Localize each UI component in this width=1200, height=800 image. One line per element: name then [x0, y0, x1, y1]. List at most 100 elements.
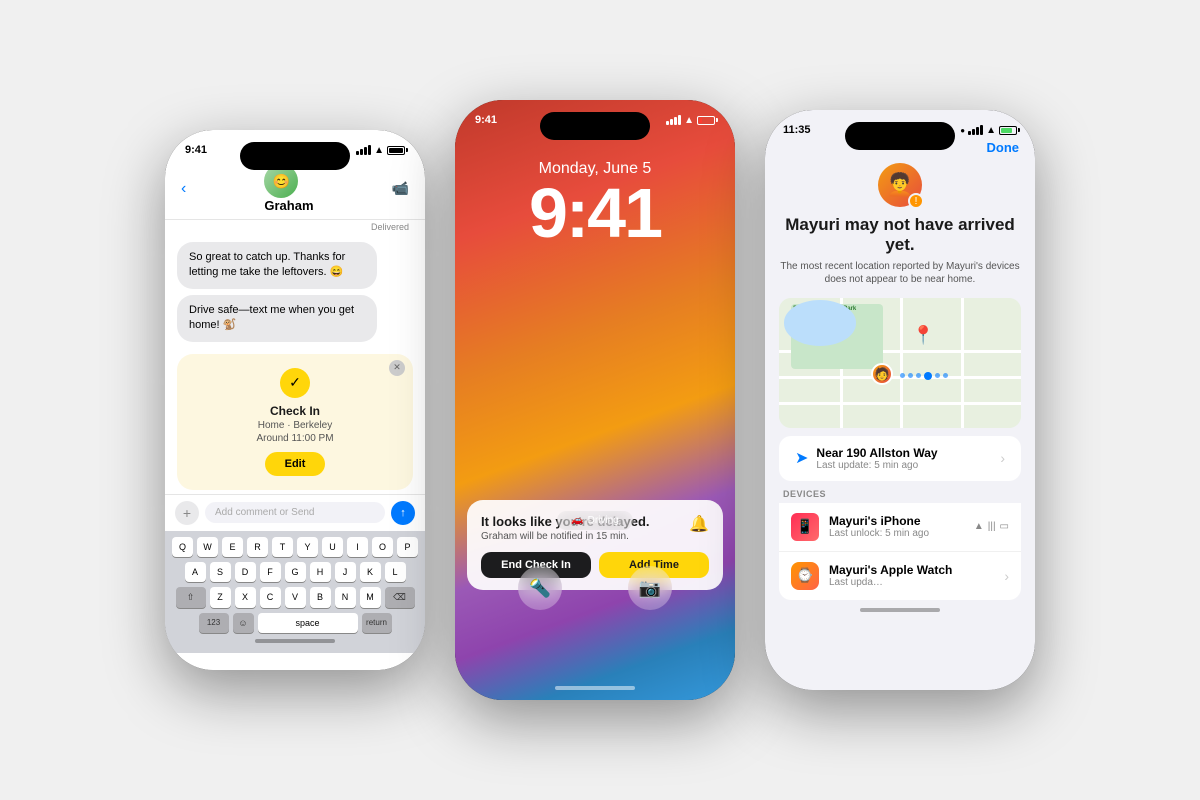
map-street-v2	[900, 298, 903, 428]
key-z[interactable]: Z	[210, 587, 231, 608]
checkin-title: Check In	[191, 404, 399, 418]
back-icon[interactable]: ‹	[181, 180, 186, 198]
location-text-block: Near 190 Allston Way Last update: 5 min …	[816, 446, 937, 471]
route-dots	[900, 372, 948, 380]
map-background: Berkeley Aquatic Park 📍 🧑	[779, 298, 1021, 428]
phone-lockscreen: 9:41 ▲ Monday, June 5 9:41 It looks	[455, 100, 735, 700]
key-p[interactable]: P	[397, 537, 418, 557]
camera-button[interactable]: 📷	[628, 566, 672, 610]
mayuri-avatar: 🧑‍🦱 !	[878, 163, 922, 207]
key-s[interactable]: S	[210, 562, 231, 582]
iphone-status-icons: ▲ ||| ▭	[974, 521, 1009, 532]
key-v[interactable]: V	[285, 587, 306, 608]
key-return[interactable]: return	[362, 613, 392, 633]
location-name: Near 190 Allston Way	[816, 446, 937, 460]
wifi-icon-2: ▲	[684, 115, 694, 126]
key-x[interactable]: X	[235, 587, 256, 608]
send-button[interactable]: ↑	[391, 501, 415, 525]
key-q[interactable]: Q	[172, 537, 193, 557]
wifi-icon: ▲	[374, 145, 384, 156]
key-e[interactable]: E	[222, 537, 243, 557]
findmy-signal-dot: ●	[960, 126, 965, 135]
key-delete[interactable]: ⌫	[385, 587, 415, 608]
map-street-v3	[961, 298, 964, 428]
alert-section: 🧑‍🦱 ! Mayuri may not have arrived yet. T…	[765, 163, 1035, 298]
key-d[interactable]: D	[235, 562, 256, 582]
person-location-pin: 🧑	[871, 363, 893, 385]
key-m[interactable]: M	[360, 587, 381, 608]
keyboard-row-1: Q W E R T Y U I O P	[169, 537, 421, 557]
signal-icon	[356, 145, 371, 155]
key-y[interactable]: Y	[297, 537, 318, 557]
device-row-watch[interactable]: ⌚ Mayuri's Apple Watch Last upda… ›	[779, 552, 1021, 600]
map-view: Berkeley Aquatic Park 📍 🧑	[779, 298, 1021, 428]
key-a[interactable]: A	[185, 562, 206, 582]
location-row[interactable]: ➤ Near 190 Allston Way Last update: 5 mi…	[779, 436, 1021, 481]
findmy-signal-icon	[968, 125, 983, 135]
key-g[interactable]: G	[285, 562, 306, 582]
route-dot-2	[908, 373, 913, 378]
messages-screen: 9:41 ▲ ‹ 😊 Graham	[165, 130, 425, 670]
key-shift[interactable]: ⇧	[176, 587, 206, 608]
destination-pin: 📍	[912, 326, 928, 346]
key-u[interactable]: U	[322, 537, 343, 557]
key-o[interactable]: O	[372, 537, 393, 557]
keyboard-row-4: 123 ☺ space return	[169, 613, 421, 633]
key-t[interactable]: T	[272, 537, 293, 557]
notch	[240, 142, 350, 170]
notch-2	[540, 112, 650, 140]
add-button[interactable]: +	[175, 501, 199, 525]
status-icons: ▲	[356, 145, 405, 156]
key-emoji[interactable]: ☺	[233, 613, 254, 633]
key-f[interactable]: F	[260, 562, 281, 582]
key-n[interactable]: N	[335, 587, 356, 608]
edit-button[interactable]: Edit	[265, 452, 326, 476]
iphone-wifi-icon: ▲	[974, 521, 984, 532]
iphone-battery-icon: ▭	[1000, 521, 1009, 532]
key-space[interactable]: space	[258, 613, 358, 633]
findmy-screen: 11:35 ● ▲ Done 🧑‍🦱	[765, 110, 1035, 690]
route-dot-3	[916, 373, 921, 378]
delivered-label: Delivered	[165, 220, 425, 234]
key-b[interactable]: B	[310, 587, 331, 608]
key-c[interactable]: C	[260, 587, 281, 608]
message-input[interactable]: Add comment or Send	[205, 502, 385, 523]
key-h[interactable]: H	[310, 562, 331, 582]
findmy-home-indicator	[860, 608, 940, 612]
alert-title: Mayuri may not have arrived yet.	[779, 215, 1021, 256]
close-icon[interactable]: ✕	[389, 360, 405, 376]
key-r[interactable]: R	[247, 537, 268, 557]
key-123[interactable]: 123	[199, 613, 229, 633]
phone-findmy: 11:35 ● ▲ Done 🧑‍🦱	[765, 110, 1035, 690]
watch-icon: ⌚	[791, 562, 819, 590]
messages-area: So great to catch up. Thanks for letting…	[165, 234, 425, 350]
done-button[interactable]: Done	[987, 140, 1020, 155]
key-k[interactable]: K	[360, 562, 381, 582]
keyboard-row-3: ⇧ Z X C V B N M ⌫	[169, 587, 421, 608]
findmy-time: 11:35	[783, 124, 811, 136]
map-water	[784, 300, 857, 346]
alert-badge-icon: !	[908, 193, 924, 209]
keyboard: Q W E R T Y U I O P A S D F G H J K L	[165, 531, 425, 653]
watch-name: Mayuri's Apple Watch	[829, 563, 994, 577]
findmy-status-icons: ● ▲	[960, 125, 1017, 136]
iphone-signal-icon: |||	[988, 521, 996, 532]
key-j[interactable]: J	[335, 562, 356, 582]
message-bubble-1: So great to catch up. Thanks for letting…	[177, 242, 377, 289]
key-w[interactable]: W	[197, 537, 218, 557]
location-update-time: Last update: 5 min ago	[816, 460, 937, 471]
flashlight-button[interactable]: 🔦	[518, 566, 562, 610]
watch-status: Last upda…	[829, 577, 994, 588]
lock-time-display: 9:41	[455, 178, 735, 248]
devices-section-label: DEVICES	[779, 489, 1021, 503]
signal-icon-2	[666, 115, 681, 125]
alert-subtitle: The most recent location reported by May…	[779, 260, 1021, 286]
location-info: ➤ Near 190 Allston Way Last update: 5 mi…	[795, 446, 938, 471]
driving-label: Driving	[588, 515, 619, 526]
key-l[interactable]: L	[385, 562, 406, 582]
contact-name: Graham	[264, 198, 313, 213]
device-row-iphone[interactable]: 📱 Mayuri's iPhone Last unlock: 5 min ago…	[779, 503, 1021, 552]
keyboard-row-2: A S D F G H J K L	[169, 562, 421, 582]
key-i[interactable]: I	[347, 537, 368, 557]
video-icon[interactable]: 📹	[392, 180, 409, 197]
